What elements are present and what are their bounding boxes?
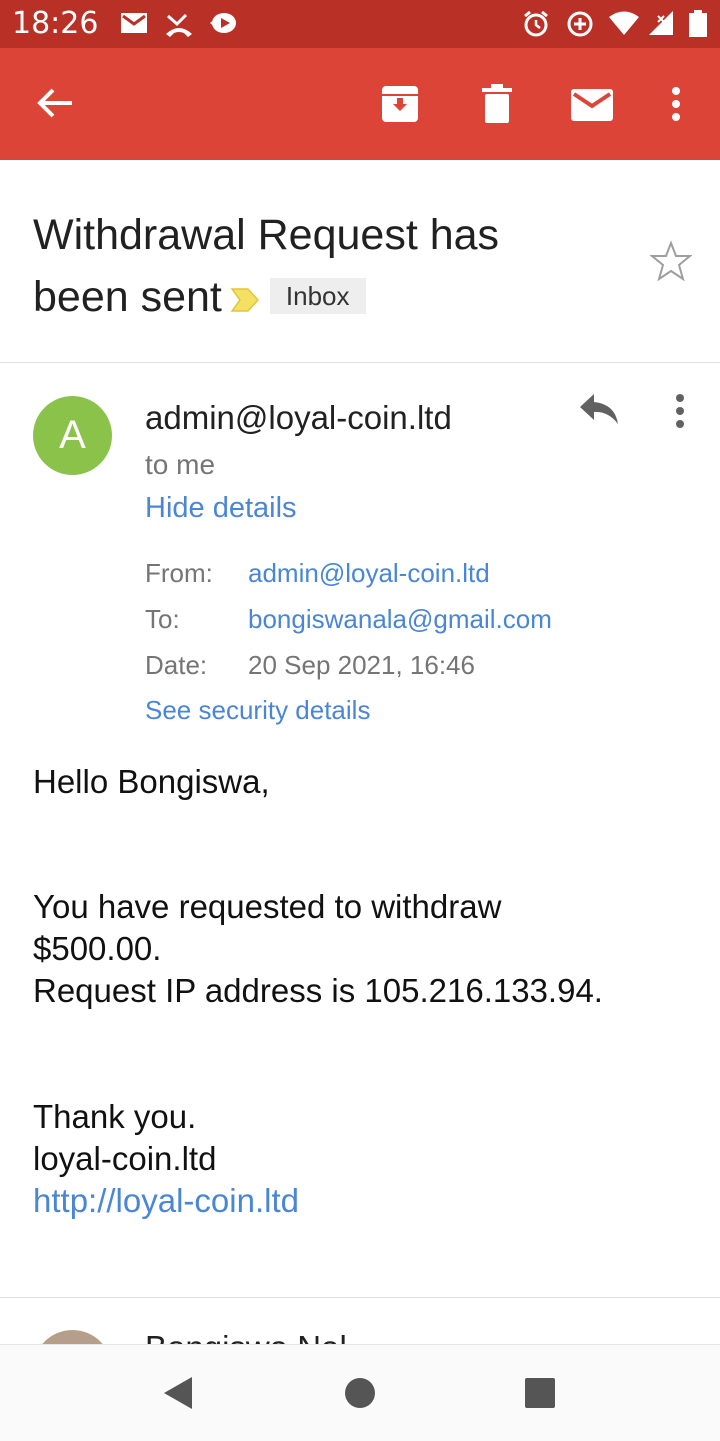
body-thanks: Thank you. xyxy=(33,1098,197,1135)
data-saver-icon xyxy=(567,11,593,37)
system-nav-bar xyxy=(0,1344,720,1441)
message-more-icon[interactable] xyxy=(668,392,692,432)
to-label: To: xyxy=(145,604,180,634)
sender-avatar[interactable]: A xyxy=(33,396,112,475)
wifi-icon xyxy=(609,11,639,35)
message-divider xyxy=(0,1297,720,1298)
date-label: Date: xyxy=(145,650,208,680)
battery-icon xyxy=(689,10,707,37)
delete-icon[interactable] xyxy=(482,84,512,124)
importance-marker-icon[interactable] xyxy=(230,285,260,315)
from-label: From: xyxy=(145,558,213,588)
to-value[interactable]: bongiswanala@gmail.com xyxy=(248,601,552,637)
home-circle-icon[interactable] xyxy=(344,1377,376,1409)
email-subject: Withdrawal Request has been sent Inbox xyxy=(33,204,593,328)
recipient-summary: to me xyxy=(145,449,216,480)
signal-icon xyxy=(649,11,673,35)
sender-address[interactable]: admin@loyal-coin.ltd xyxy=(145,396,452,440)
location-icon xyxy=(210,13,236,33)
mark-unread-icon[interactable] xyxy=(570,88,614,122)
inbox-label-chip[interactable]: Inbox xyxy=(269,277,366,314)
body-line-3: Request IP address is 105.216.133.94. xyxy=(33,972,603,1009)
body-website-link[interactable]: http://loyal-coin.ltd xyxy=(33,1180,299,1222)
subject-text: Withdrawal Request has been sent xyxy=(33,211,500,321)
alarm-icon xyxy=(524,10,548,37)
archive-icon[interactable] xyxy=(380,84,420,124)
body-line-2: $500.00. xyxy=(33,930,162,967)
star-icon[interactable] xyxy=(650,240,692,282)
hide-details-link[interactable]: Hide details xyxy=(145,488,297,528)
body-line-1: You have requested to withdraw xyxy=(33,888,502,925)
gmail-icon xyxy=(121,13,147,33)
recents-square-icon[interactable] xyxy=(524,1377,556,1409)
more-vert-icon[interactable] xyxy=(668,86,684,122)
date-value: 20 Sep 2021, 16:46 xyxy=(248,650,475,680)
reply-icon[interactable] xyxy=(578,392,620,426)
body-signature: loyal-coin.ltd xyxy=(33,1140,217,1177)
app-toolbar xyxy=(0,48,720,160)
body-greeting: Hello Bongiswa, xyxy=(33,763,270,800)
status-time: 18:26 xyxy=(12,6,99,41)
back-triangle-icon[interactable] xyxy=(162,1375,194,1411)
from-value[interactable]: admin@loyal-coin.ltd xyxy=(248,555,490,591)
subject-header: Withdrawal Request has been sent Inbox xyxy=(0,160,720,363)
security-details-link[interactable]: See security details xyxy=(145,692,370,728)
back-arrow-icon[interactable] xyxy=(36,86,74,120)
missed-call-icon xyxy=(166,13,192,37)
status-bar: 18:26 xyxy=(0,0,720,48)
